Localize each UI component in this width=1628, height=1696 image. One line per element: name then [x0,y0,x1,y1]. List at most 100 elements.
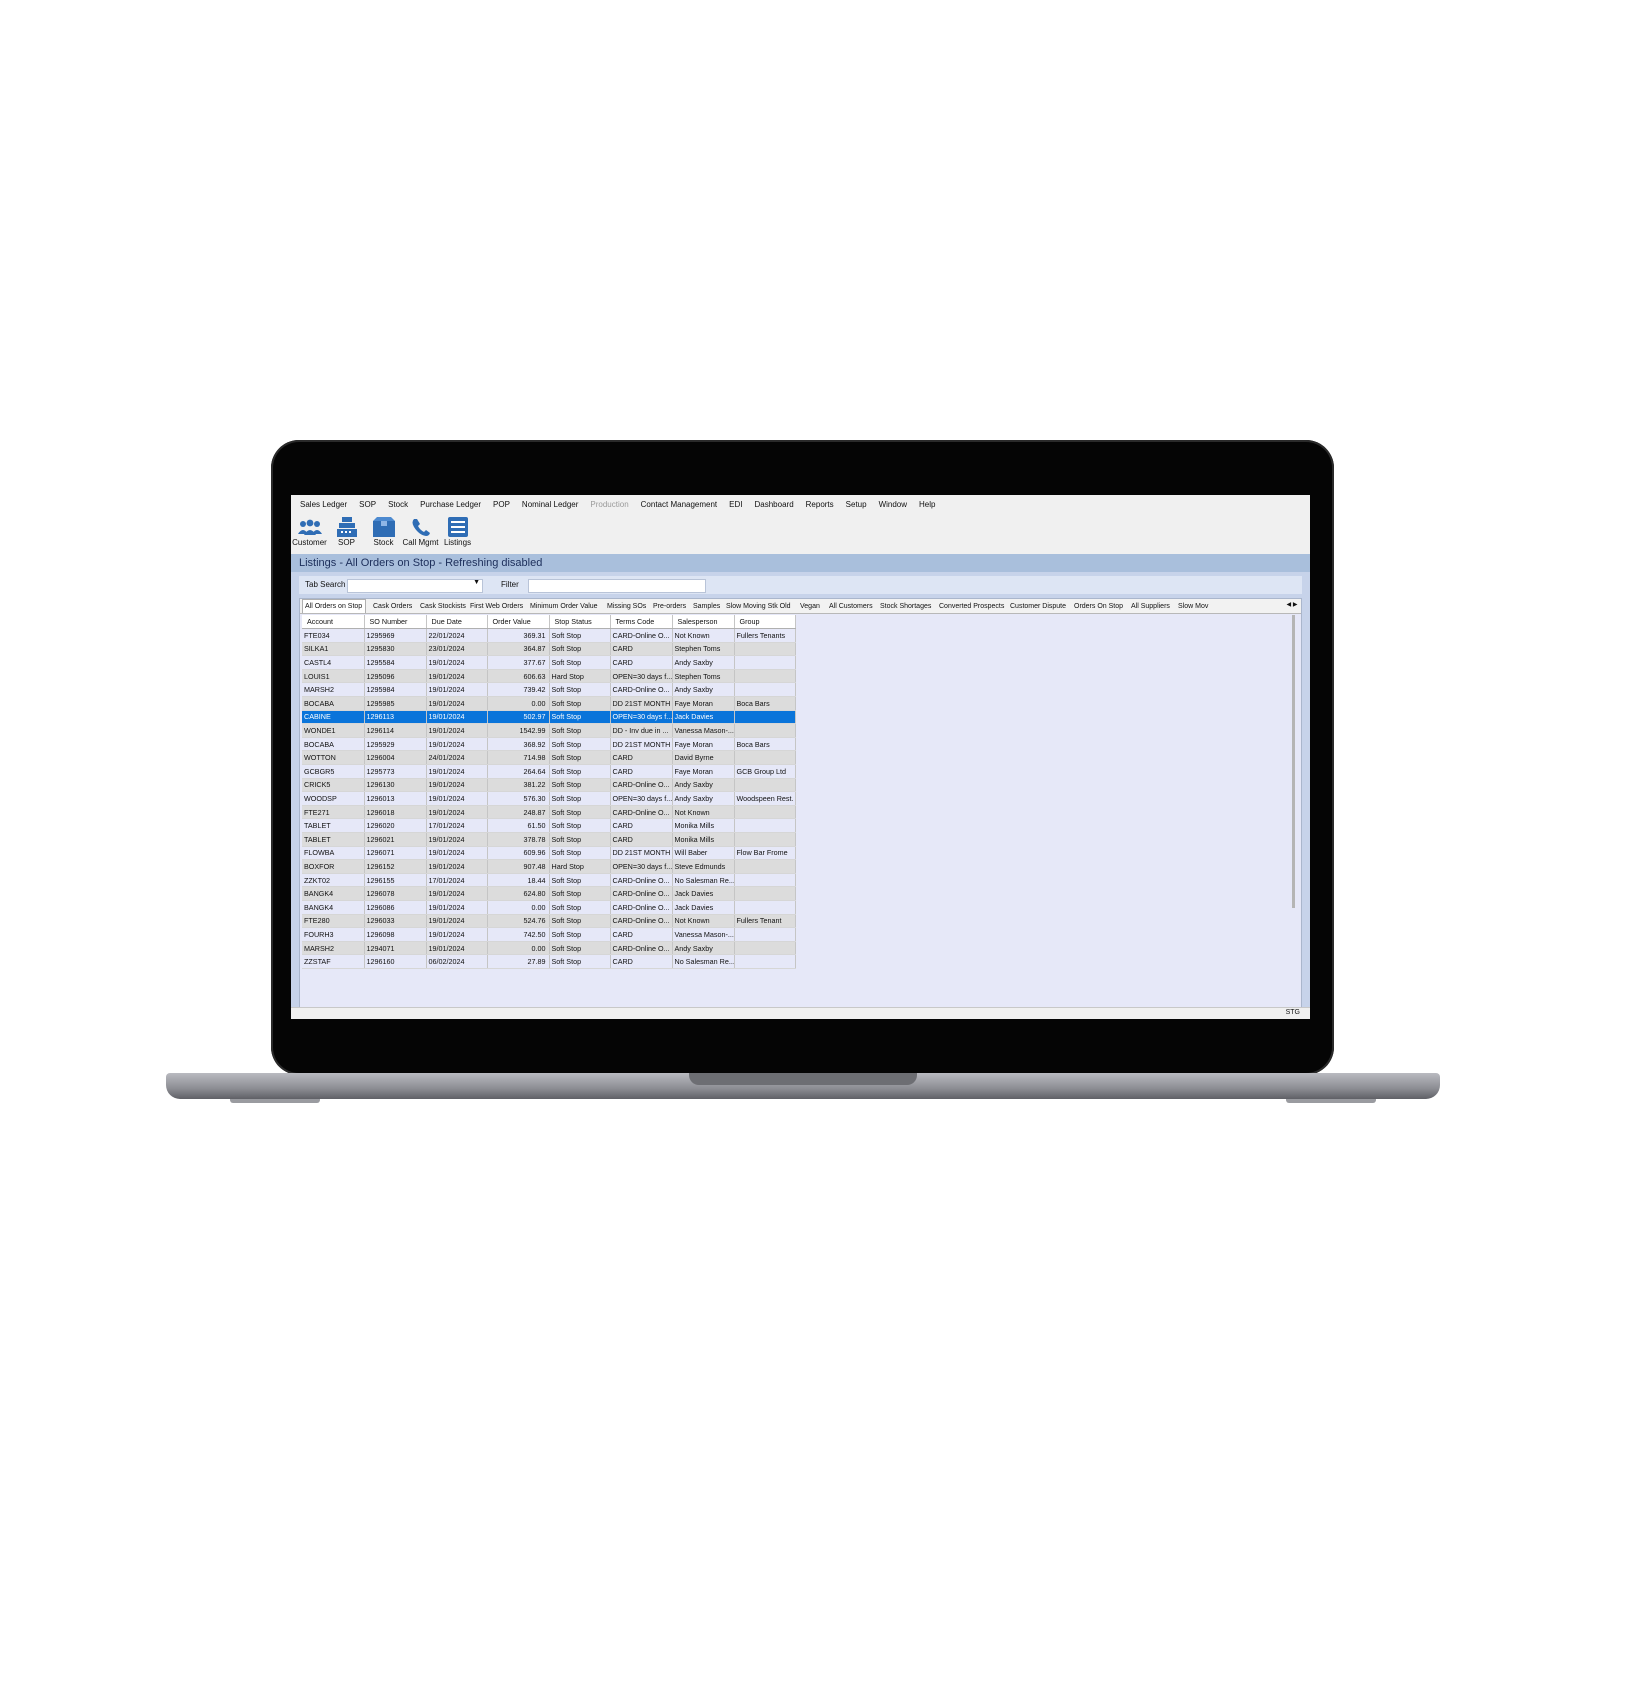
table-row[interactable]: WOODSP 1296013 19/01/2024 576.30 Soft Stop OP… [302,791,796,806]
menu-item-dashboard[interactable]: Dashboard [755,500,794,509]
toolbar-sop-button[interactable]: SOP [328,513,365,549]
table-row[interactable]: FTE034 1295969 22/01/2024 369.31 Soft Stop CA… [302,628,796,643]
table-row[interactable]: FOURH3 1296098 19/01/2024 742.50 Soft Stop CA… [302,927,796,942]
menu-item-production[interactable]: Production [590,500,628,509]
cell-account: WOODSP [302,791,365,806]
cell-terms-code: DD 21ST MONTH [610,737,673,752]
table-row[interactable]: GCBGR5 1295773 19/01/2024 264.64 Soft Stop CA… [302,764,796,779]
menu-item-window[interactable]: Window [879,500,907,509]
table-row[interactable]: FLOWBA 1296071 19/01/2024 609.96 Soft Stop DD… [302,846,796,861]
search-row: Tab Search ▼ Filter [299,576,1302,594]
column-header-account[interactable]: Account [302,615,365,630]
cell-so-number: 1295773 [364,764,427,779]
menu-item-edi[interactable]: EDI [729,500,742,509]
tab-customer-dispute[interactable]: Customer Dispute [1008,600,1069,613]
cell-salesperson: Steve Edmunds [672,859,735,874]
vertical-scrollbar[interactable] [1292,615,1295,908]
table-row[interactable]: TABLET 1296020 17/01/2024 61.50 Soft Stop CAR… [302,818,796,833]
table-row[interactable]: ZZSTAF 1296160 06/02/2024 27.89 Soft Stop CAR… [302,954,796,969]
table-row[interactable]: CASTL4 1295584 19/01/2024 377.67 Soft Stop CA… [302,655,796,670]
menu-item-sop[interactable]: SOP [359,500,376,509]
cell-account: BOCABA [302,737,365,752]
column-header-order-value[interactable]: Order Value [487,615,550,630]
tab-all-orders-on-stop[interactable]: All Orders on Stop [302,599,367,613]
cell-due-date: 19/01/2024 [426,655,488,670]
cell-order-value: 364.87 [487,642,550,657]
table-row[interactable]: BANGK4 1296078 19/01/2024 624.80 Soft Stop CA… [302,886,796,901]
chevron-down-icon[interactable]: ▼ [473,579,480,586]
table-row[interactable]: BOXFOR 1296152 19/01/2024 907.48 Hard Stop OP… [302,859,796,874]
tab-cask-stockists[interactable]: Cask Stockists [418,600,469,613]
cell-order-value: 381.22 [487,778,550,793]
tab-pre-orders[interactable]: Pre-orders [651,600,689,613]
cell-salesperson: Andy Saxby [672,655,735,670]
toolbar-stock-button[interactable]: Stock [365,513,402,549]
table-row[interactable]: MARSH2 1295984 19/01/2024 739.42 Soft Stop CA… [302,682,796,698]
table-row[interactable]: WOTTON 1296004 24/01/2024 714.98 Soft Stop CA… [302,750,796,766]
menu-item-pop[interactable]: POP [493,500,510,509]
menu-item-purchase-ledger[interactable]: Purchase Ledger [420,500,481,509]
toolbar-listings-label: Listings [443,538,472,547]
stock-icon [372,517,395,537]
column-header-stop-status[interactable]: Stop Status [549,615,611,630]
cell-due-date: 19/01/2024 [426,941,488,956]
tab-slow-mov[interactable]: Slow Mov [1176,600,1211,613]
toolbar-listings-button[interactable]: Listings [439,513,476,549]
menu-item-nominal-ledger[interactable]: Nominal Ledger [522,500,578,509]
cell-terms-code: OPEN=30 days f... [610,791,673,806]
cell-terms-code: CARD [610,818,673,833]
column-header-terms-code[interactable]: Terms Code [610,615,673,630]
table-row[interactable]: SILKA1 1295830 23/01/2024 364.87 Soft Stop CA… [302,642,796,657]
column-header-so-number[interactable]: SO Number [364,615,427,630]
menu-item-help[interactable]: Help [919,500,935,509]
tab-samples[interactable]: Samples [691,600,723,613]
cell-group [734,805,796,820]
table-row[interactable]: MARSH2 1294071 19/01/2024 0.00 Soft Stop CARD… [302,941,796,956]
cell-due-date: 19/01/2024 [426,927,488,942]
menu-item-stock[interactable]: Stock [388,500,408,509]
menu-item-setup[interactable]: Setup [846,500,867,509]
cell-due-date: 19/01/2024 [426,846,488,861]
table-row[interactable]: BOCABA 1295985 19/01/2024 0.00 Soft Stop DD 2… [302,696,796,711]
tab-vegan[interactable]: Vegan [798,600,823,613]
tab-cask-orders[interactable]: Cask Orders [371,600,415,613]
tab-minimum-order-value[interactable]: Minimum Order Value [528,600,601,613]
table-row[interactable]: BOCABA 1295929 19/01/2024 368.92 Soft Stop DD… [302,737,796,752]
menu-item-contact-management[interactable]: Contact Management [641,500,718,509]
toolbar-customer-button[interactable]: Customer [291,513,328,549]
tab-converted-prospects[interactable]: Converted Prospects [937,600,1007,613]
cell-salesperson: Andy Saxby [672,778,735,793]
table-row[interactable]: LOUIS1 1295096 19/01/2024 606.63 Hard Stop OP… [302,669,796,684]
table-row[interactable]: BANGK4 1296086 19/01/2024 0.00 Soft Stop CARD… [302,900,796,915]
tab-all-suppliers[interactable]: All Suppliers [1129,600,1173,613]
cell-salesperson: David Byrne [672,750,735,766]
tab-missing-sos[interactable]: Missing SOs [605,600,649,613]
table-row[interactable]: FTE280 1296033 19/01/2024 524.76 Soft Stop CA… [302,914,796,929]
tab-all-customers[interactable]: All Customers [827,600,876,613]
table-row[interactable]: CABINE 1296113 19/01/2024 502.97 Soft Stop OP… [302,710,796,725]
table-row[interactable]: TABLET 1296021 19/01/2024 378.78 Soft Stop CA… [302,832,796,847]
menu-item-reports[interactable]: Reports [806,500,834,509]
column-header-group[interactable]: Group [734,615,796,630]
table-row[interactable]: WONDE1 1296114 19/01/2024 1542.99 Soft Stop D… [302,723,796,738]
tab-stock-shortages[interactable]: Stock Shortages [878,600,934,613]
tab-search-combo[interactable]: ▼ [347,579,483,593]
cell-stop-status: Soft Stop [549,873,611,888]
toolbar-call-mgmt-button[interactable]: Call Mgmt [402,513,439,549]
cell-group: GCB Group Ltd [734,764,796,779]
tab-orders-on-stop[interactable]: Orders On Stop [1072,600,1126,613]
table-row[interactable]: FTE271 1296018 19/01/2024 248.87 Soft Stop CA… [302,805,796,820]
tab-slow-moving-stk-old[interactable]: Slow Moving Stk Old [724,600,794,613]
table-row[interactable]: ZZKT02 1296155 17/01/2024 18.44 Soft Stop CAR… [302,873,796,888]
cell-group [734,723,796,738]
cell-terms-code: CARD [610,954,673,969]
column-header-salesperson[interactable]: Salesperson [672,615,735,630]
column-header-due-date[interactable]: Due Date [426,615,488,630]
cell-salesperson: No Salesman Re... [672,873,735,888]
table-row[interactable]: CRICK5 1296130 19/01/2024 381.22 Soft Stop CA… [302,778,796,793]
menu-item-sales-ledger[interactable]: Sales Ledger [300,500,347,509]
tab-scroll-buttons[interactable]: ◀ ▶ [1283,599,1301,612]
tab-first-web-orders[interactable]: First Web Orders [468,600,526,613]
filter-input[interactable] [528,579,706,593]
status-text: STG [1285,1009,1300,1016]
